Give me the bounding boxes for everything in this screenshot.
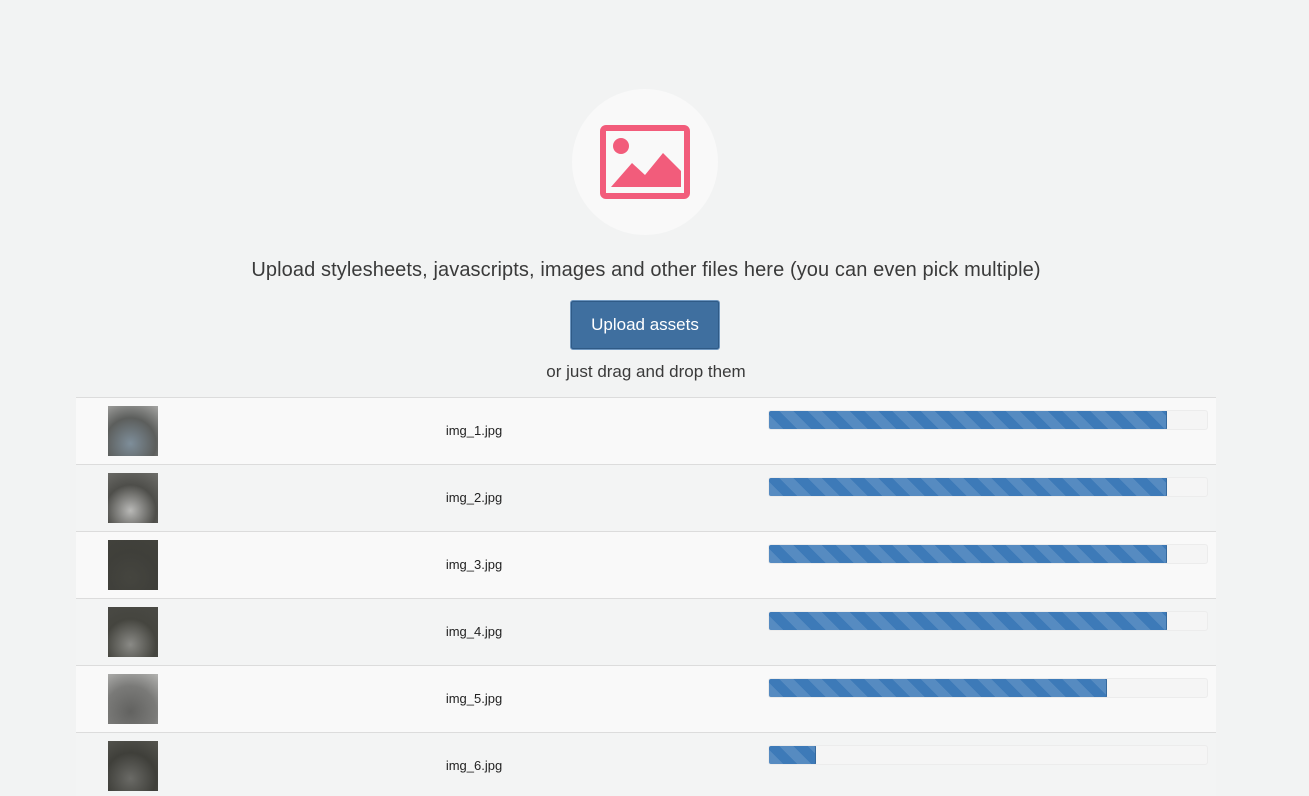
upload-progress-fill [769, 612, 1167, 630]
file-thumbnail [108, 540, 158, 590]
file-name: img_1.jpg [445, 423, 503, 438]
upload-progress-bar [768, 611, 1208, 631]
upload-progress-fill [769, 478, 1167, 496]
upload-assets-button[interactable]: Upload assets [570, 300, 720, 350]
file-thumbnail [108, 473, 158, 523]
file-thumbnail [108, 607, 158, 657]
upload-progress-bar [768, 477, 1208, 497]
drag-drop-hint: or just drag and drop them [546, 362, 746, 381]
file-name: img_4.jpg [445, 624, 503, 639]
upload-progress-bar [768, 745, 1208, 765]
file-row: img_2.jpg [76, 464, 1216, 531]
file-row: img_3.jpg [76, 531, 1216, 598]
file-row: img_5.jpg [76, 665, 1216, 732]
upload-icon-badge [572, 89, 718, 235]
upload-progress-fill [769, 545, 1167, 563]
image-icon [600, 125, 690, 199]
upload-progress-bar [768, 544, 1208, 564]
file-name: img_2.jpg [445, 490, 503, 505]
file-row: img_4.jpg [76, 598, 1216, 665]
upload-page: Upload stylesheets, javascripts, images … [0, 0, 1309, 796]
file-thumbnail [108, 406, 158, 456]
upload-progress-bar [768, 410, 1208, 430]
upload-progress-fill [769, 679, 1108, 697]
upload-progress-bar [768, 678, 1208, 698]
upload-file-list: img_1.jpg img_2.jpg img_3.jpg img_4.jpg [76, 397, 1216, 796]
file-thumbnail [108, 741, 158, 791]
upload-progress-fill [769, 746, 817, 764]
upload-instructions: Upload stylesheets, javascripts, images … [251, 259, 1041, 281]
file-name: img_6.jpg [445, 758, 503, 773]
upload-progress-fill [769, 411, 1167, 429]
file-row: img_6.jpg [76, 732, 1216, 796]
file-thumbnail [108, 674, 158, 724]
file-name: img_3.jpg [445, 557, 503, 572]
file-row: img_1.jpg [76, 397, 1216, 464]
file-name: img_5.jpg [445, 691, 503, 706]
